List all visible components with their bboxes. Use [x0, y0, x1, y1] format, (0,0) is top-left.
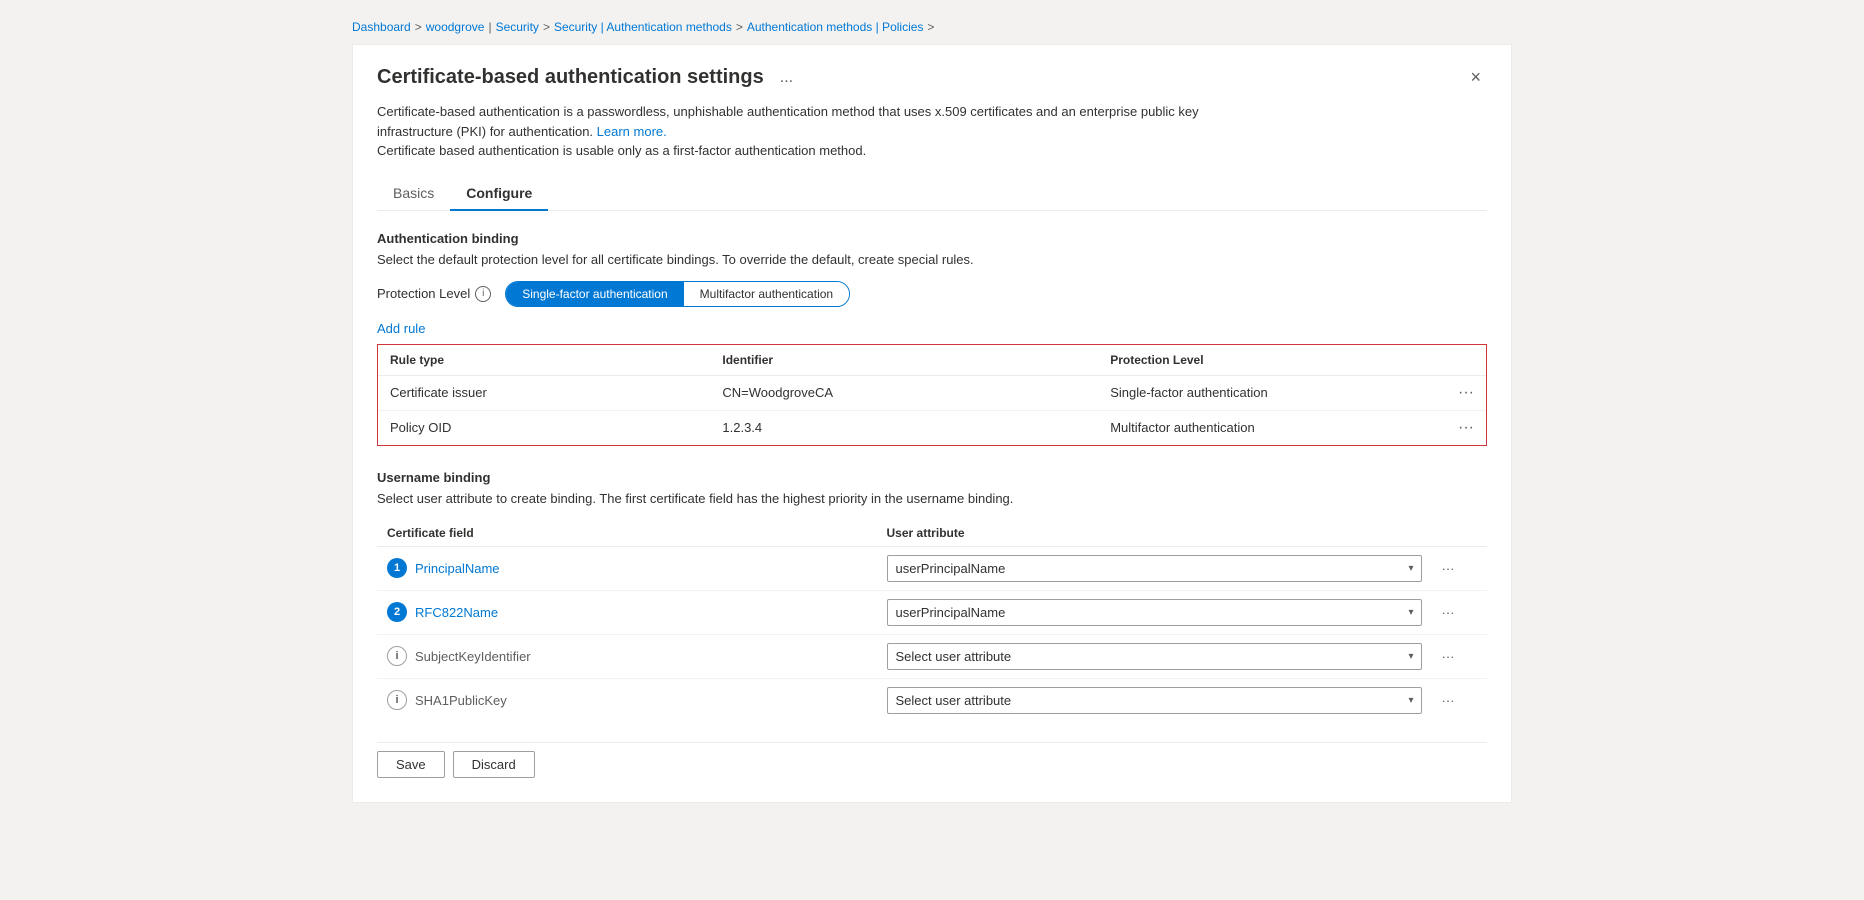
ub-row-actions-2[interactable]: ··· — [1432, 634, 1488, 678]
ub-table-row: i SubjectKeyIdentifier Select user attribu… — [377, 634, 1487, 678]
identifier-1: CN=WoodgroveCA — [710, 375, 1098, 410]
save-button[interactable]: Save — [377, 751, 445, 778]
discard-button[interactable]: Discard — [453, 751, 535, 778]
rules-table: Rule type Identifier Protection Level Ce… — [378, 345, 1486, 445]
tab-basics[interactable]: Basics — [377, 177, 450, 211]
cert-badge-0: 1 — [387, 558, 407, 578]
ub-table-row: i SHA1PublicKey Select user attribute▾··· — [377, 678, 1487, 722]
row-actions-2[interactable]: ··· — [1431, 410, 1486, 445]
table-row: Policy OID 1.2.3.4 Multifactor authentic… — [378, 410, 1486, 445]
col-ub-actions — [1432, 520, 1488, 547]
close-button[interactable]: × — [1464, 65, 1487, 90]
panel-header-left: Certificate-based authentication setting… — [377, 66, 799, 89]
cert-badge-2: i — [387, 646, 407, 666]
protection-level-label: Protection Level i — [377, 286, 491, 302]
col-cert-field: Certificate field — [377, 520, 877, 547]
protection-level-row: Protection Level i Single-factor authent… — [377, 281, 1487, 307]
username-binding-table: Certificate field User attribute 1 Princi… — [377, 520, 1487, 722]
breadcrumb-dashboard[interactable]: Dashboard — [352, 20, 411, 34]
username-binding-desc: Select user attribute to create binding.… — [377, 491, 1487, 506]
auth-binding-desc: Select the default protection level for … — [377, 252, 1487, 267]
toggle-multi-factor[interactable]: Multifactor authentication — [684, 282, 849, 306]
rule-type-1: Certificate issuer — [378, 375, 710, 410]
ub-user-attr-0: userPrincipalName▾ — [877, 546, 1432, 590]
ub-table-header: Certificate field User attribute — [377, 520, 1487, 547]
col-header-protection: Protection Level — [1098, 345, 1430, 376]
user-attr-select-2[interactable]: Select user attribute — [887, 643, 1422, 670]
description-block: Certificate-based authentication is a pa… — [377, 102, 1277, 161]
identifier-2: 1.2.3.4 — [710, 410, 1098, 445]
main-panel: Certificate-based authentication setting… — [352, 44, 1512, 803]
ub-user-attr-2: Select user attribute▾ — [877, 634, 1432, 678]
ub-user-attr-1: userPrincipalName▾ — [877, 590, 1432, 634]
ub-row-actions-1[interactable]: ··· — [1432, 590, 1488, 634]
ub-row-actions-3[interactable]: ··· — [1432, 678, 1488, 722]
breadcrumb-policies[interactable]: Authentication methods | Policies — [747, 20, 924, 34]
ub-table-row: 2 RFC822Name userPrincipalName▾··· — [377, 590, 1487, 634]
table-row: Certificate issuer CN=WoodgroveCA Single… — [378, 375, 1486, 410]
ub-row-actions-0[interactable]: ··· — [1432, 546, 1488, 590]
breadcrumb-security[interactable]: Security — [496, 20, 539, 34]
user-attr-select-0[interactable]: userPrincipalName — [887, 555, 1422, 582]
ub-cert-field-0: 1 PrincipalName — [377, 546, 877, 590]
ellipsis-button[interactable]: ... — [774, 67, 799, 89]
breadcrumb-woodgrove[interactable]: woodgrove — [426, 20, 485, 34]
breadcrumb-auth-methods[interactable]: Security | Authentication methods — [554, 20, 732, 34]
rules-table-header: Rule type Identifier Protection Level — [378, 345, 1486, 376]
breadcrumb: Dashboard > woodgrove | Security > Secur… — [352, 20, 1512, 34]
col-user-attr: User attribute — [877, 520, 1432, 547]
cert-field-text-2: SubjectKeyIdentifier — [415, 649, 531, 664]
row-actions-1[interactable]: ··· — [1431, 375, 1486, 410]
cert-field-link-0[interactable]: PrincipalName — [415, 561, 500, 576]
ub-cert-field-3: i SHA1PublicKey — [377, 678, 877, 722]
learn-more-link[interactable]: Learn more. — [597, 124, 667, 139]
cert-field-link-1[interactable]: RFC822Name — [415, 605, 498, 620]
protection-level-1: Single-factor authentication — [1098, 375, 1430, 410]
cert-field-text-3: SHA1PublicKey — [415, 693, 507, 708]
desc-main: Certificate-based authentication is a pa… — [377, 104, 1199, 139]
panel-title: Certificate-based authentication setting… — [377, 66, 764, 89]
col-header-identifier: Identifier — [710, 345, 1098, 376]
protection-level-2: Multifactor authentication — [1098, 410, 1430, 445]
username-binding-section: Username binding Select user attribute t… — [377, 470, 1487, 722]
panel-header: Certificate-based authentication setting… — [377, 65, 1487, 90]
footer-buttons: Save Discard — [377, 742, 1487, 778]
tabs-bar: Basics Configure — [377, 177, 1487, 211]
toggle-single-factor[interactable]: Single-factor authentication — [506, 282, 683, 306]
ub-cert-field-2: i SubjectKeyIdentifier — [377, 634, 877, 678]
ub-cert-field-1: 2 RFC822Name — [377, 590, 877, 634]
info-icon[interactable]: i — [475, 286, 491, 302]
cert-badge-1: 2 — [387, 602, 407, 622]
desc-secondary: Certificate based authentication is usab… — [377, 143, 866, 158]
protection-toggle-group: Single-factor authentication Multifactor… — [505, 281, 850, 307]
add-rule-link[interactable]: Add rule — [377, 321, 425, 336]
user-attr-select-3[interactable]: Select user attribute — [887, 687, 1422, 714]
tab-configure[interactable]: Configure — [450, 177, 548, 211]
username-binding-title: Username binding — [377, 470, 1487, 485]
cert-badge-3: i — [387, 690, 407, 710]
ub-user-attr-3: Select user attribute▾ — [877, 678, 1432, 722]
auth-binding-title: Authentication binding — [377, 231, 1487, 246]
user-attr-select-1[interactable]: userPrincipalName — [887, 599, 1422, 626]
col-header-rule-type: Rule type — [378, 345, 710, 376]
rules-table-wrapper: Rule type Identifier Protection Level Ce… — [377, 344, 1487, 446]
col-header-actions — [1431, 345, 1486, 376]
ub-table-row: 1 PrincipalName userPrincipalName▾··· — [377, 546, 1487, 590]
rule-type-2: Policy OID — [378, 410, 710, 445]
